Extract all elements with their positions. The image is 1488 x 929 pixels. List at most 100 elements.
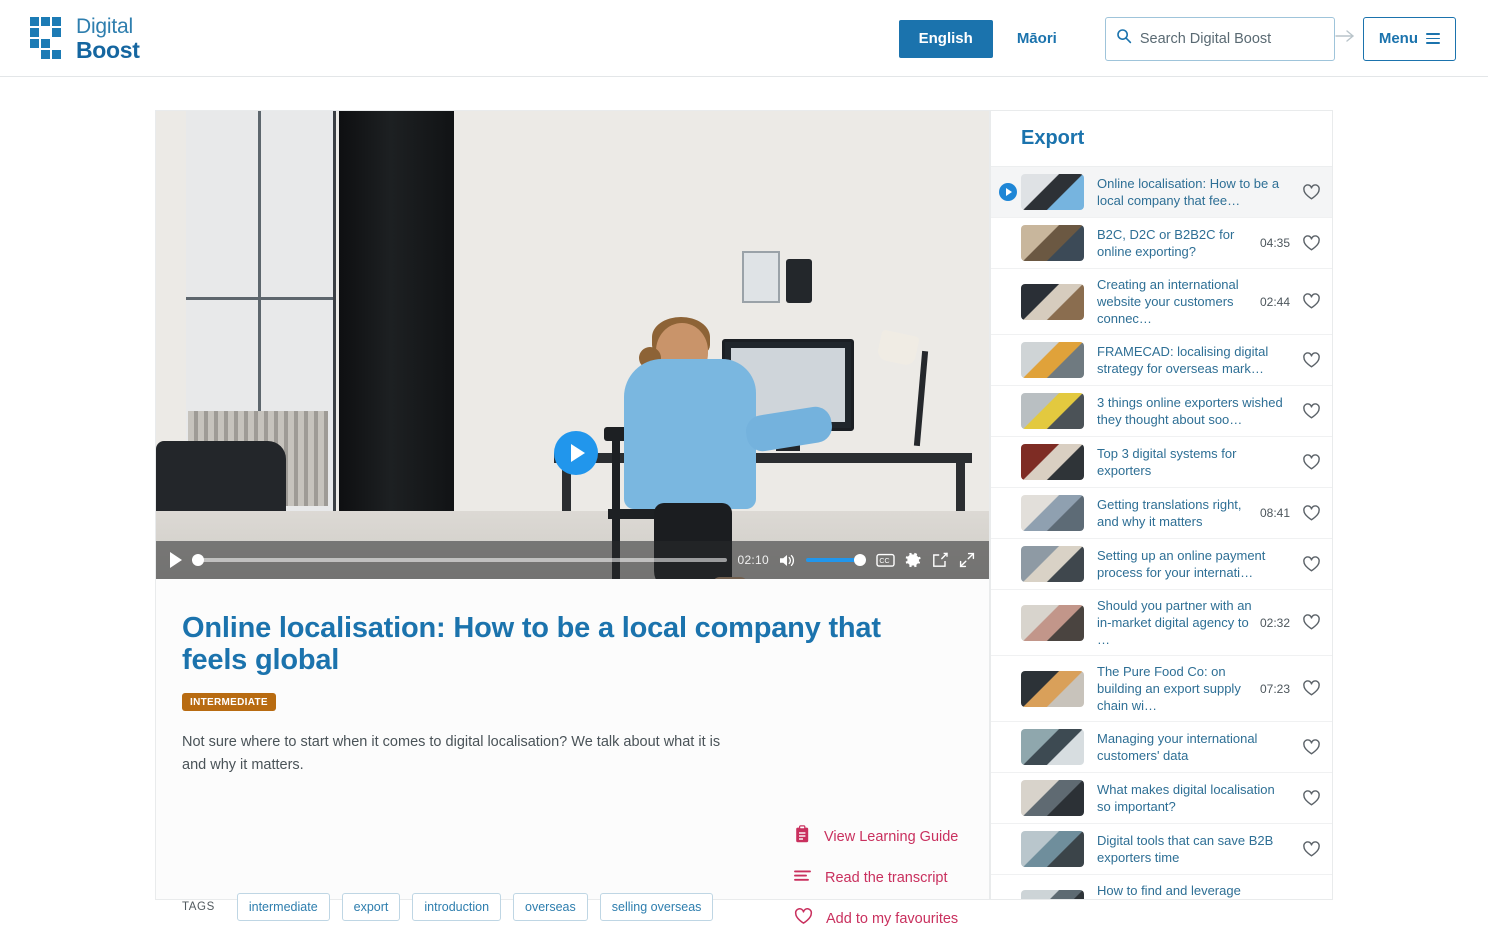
search-box[interactable] — [1104, 16, 1354, 61]
playlist-item[interactable]: Online localisation: How to be a local c… — [991, 167, 1332, 218]
playlist-panel: Export Online localisation: How to be a … — [990, 110, 1333, 900]
read-transcript-label: Read the transcript — [825, 870, 948, 886]
favourite-heart-icon[interactable] — [1302, 453, 1322, 471]
lesson-details: Online localisation: How to be a local c… — [156, 579, 989, 927]
clipboard-icon — [794, 825, 811, 848]
search-submit-arrow-icon[interactable] — [1335, 29, 1355, 48]
favourite-heart-icon[interactable] — [1302, 680, 1322, 697]
playlist-items: Online localisation: How to be a local c… — [991, 167, 1332, 900]
playlist-item-title: Getting translations right, and why it m… — [1097, 497, 1242, 529]
playlist-item[interactable]: B2C, D2C or B2B2C for online exporting? 0… — [991, 218, 1332, 269]
language-maori-button[interactable]: Māori — [999, 20, 1075, 58]
volume-icon[interactable] — [779, 553, 796, 568]
site-header: Digital Boost English Māori Menu — [0, 0, 1488, 77]
playlist-item-title: 3 things online exporters wished they th… — [1097, 395, 1283, 427]
playlist-title: Export — [1021, 127, 1085, 149]
playlist-item-title: Setting up an online payment process for… — [1097, 548, 1266, 580]
playlist-item[interactable]: Digital tools that can save B2B exporter… — [991, 824, 1332, 875]
favourite-heart-icon[interactable] — [1302, 504, 1322, 522]
fullscreen-icon[interactable] — [959, 552, 975, 568]
favourite-heart-icon[interactable] — [1302, 351, 1322, 369]
read-transcript-link[interactable]: Read the transcript — [794, 869, 958, 887]
progress-handle[interactable] — [192, 554, 205, 566]
playlist-item[interactable]: How to find and leverage advocates for y… — [991, 875, 1332, 900]
video-controls-bar: 02:10 CC — [156, 541, 989, 579]
playlist-item-title: What makes digital localisation so impor… — [1097, 782, 1275, 814]
favourite-heart-icon[interactable] — [1302, 234, 1322, 252]
header-controls: English Māori Menu — [898, 0, 1456, 77]
playlist-item-thumbnail — [1021, 831, 1084, 867]
playlist-item[interactable]: 3 things online exporters wished they th… — [991, 386, 1332, 437]
video-player[interactable]: 02:10 CC — [156, 111, 989, 579]
settings-gear-icon[interactable] — [905, 552, 922, 569]
now-playing-icon — [999, 183, 1017, 201]
favourite-heart-icon[interactable] — [1302, 789, 1322, 807]
playlist-item[interactable]: Managing your international customers' d… — [991, 722, 1332, 773]
favourite-heart-icon[interactable] — [1302, 183, 1322, 201]
playlist-item[interactable]: Should you partner with an in-market dig… — [991, 590, 1332, 656]
favourite-heart-icon[interactable] — [1302, 402, 1322, 420]
playlist-item-duration: 04:35 — [1259, 236, 1290, 250]
playlist-item-thumbnail — [1021, 283, 1084, 320]
favourite-heart-icon[interactable] — [1302, 899, 1322, 900]
tag-chip[interactable]: introduction — [412, 893, 502, 921]
video-duration: 02:10 — [737, 553, 769, 567]
tag-chip[interactable]: selling overseas — [599, 893, 714, 921]
playlist-item-title: Top 3 digital systems for exporters — [1097, 446, 1237, 478]
tag-chip[interactable]: export — [341, 893, 401, 921]
site-logo[interactable]: Digital Boost — [30, 15, 140, 62]
language-english-button[interactable]: English — [898, 19, 993, 58]
playlist-item-thumbnail — [1021, 225, 1084, 261]
view-learning-guide-label: View Learning Guide — [824, 828, 959, 845]
svg-text:CC: CC — [879, 558, 889, 565]
favourite-heart-icon[interactable] — [1302, 614, 1322, 631]
level-badge: INTERMEDIATE — [182, 693, 276, 711]
playlist-item[interactable]: Top 3 digital systems for exporters — [991, 437, 1332, 488]
menu-button[interactable]: Menu — [1362, 16, 1456, 61]
add-to-favourites-link[interactable]: Add to my favourites — [794, 908, 958, 929]
captions-icon[interactable]: CC — [876, 553, 895, 568]
playlist-item-thumbnail — [1021, 444, 1084, 480]
playlist-item-thumbnail — [1021, 889, 1084, 899]
lesson-description: Not sure where to start when it comes to… — [182, 734, 721, 773]
favourite-heart-icon[interactable] — [1302, 555, 1322, 573]
volume-handle[interactable] — [854, 554, 866, 566]
transcript-icon — [794, 869, 812, 887]
playlist-header: Export — [991, 111, 1332, 167]
tag-chip[interactable]: overseas — [513, 893, 588, 921]
playlist-item[interactable]: What makes digital localisation so impor… — [991, 773, 1332, 824]
lesson-card: 02:10 CC Online localisation: How to be … — [155, 110, 990, 927]
playlist-item[interactable]: Setting up an online payment process for… — [991, 539, 1332, 590]
playlist-item[interactable]: FRAMECAD: localising digital strategy fo… — [991, 335, 1332, 386]
playlist-item-thumbnail — [1021, 495, 1084, 531]
page-body: 02:10 CC Online localisation: How to be … — [0, 77, 1488, 927]
playlist-item-duration: 07:23 — [1259, 681, 1290, 696]
playlist-item[interactable]: The Pure Food Co: on building an export … — [991, 656, 1332, 722]
playlist-item[interactable]: Getting translations right, and why it m… — [991, 488, 1332, 539]
tags-label: TAGS — [182, 901, 215, 913]
video-progress-slider[interactable] — [192, 554, 728, 566]
playlist-item-title: Creating an international website your c… — [1097, 277, 1239, 326]
playlist-item-thumbnail — [1021, 546, 1084, 582]
favourite-heart-icon[interactable] — [1302, 738, 1322, 756]
playlist-item-thumbnail — [1021, 780, 1084, 816]
favourite-heart-icon[interactable] — [1302, 840, 1322, 858]
playlist-item-thumbnail — [1021, 174, 1084, 210]
play-pause-button[interactable] — [170, 552, 182, 568]
search-input[interactable] — [1139, 30, 1327, 47]
playlist-item-thumbnail — [1021, 604, 1084, 641]
volume-slider[interactable] — [806, 554, 866, 566]
tag-chip[interactable]: intermediate — [236, 893, 330, 921]
playlist-item-duration: 02:32 — [1259, 615, 1290, 630]
playlist-item-title: Should you partner with an in-market dig… — [1097, 598, 1252, 647]
view-learning-guide-link[interactable]: View Learning Guide — [794, 825, 958, 848]
favourite-heart-icon[interactable] — [1302, 293, 1322, 310]
popout-icon[interactable] — [932, 552, 949, 568]
playlist-item[interactable]: Creating an international website your c… — [991, 269, 1332, 335]
playlist-item-thumbnail — [1021, 729, 1084, 765]
playlist-item-title: Online localisation: How to be a local c… — [1097, 176, 1280, 208]
playlist-item-title: The Pure Food Co: on building an export … — [1097, 664, 1241, 713]
hamburger-icon — [1426, 30, 1440, 47]
video-play-overlay-button[interactable] — [554, 431, 598, 475]
video-poster-image — [156, 111, 989, 579]
